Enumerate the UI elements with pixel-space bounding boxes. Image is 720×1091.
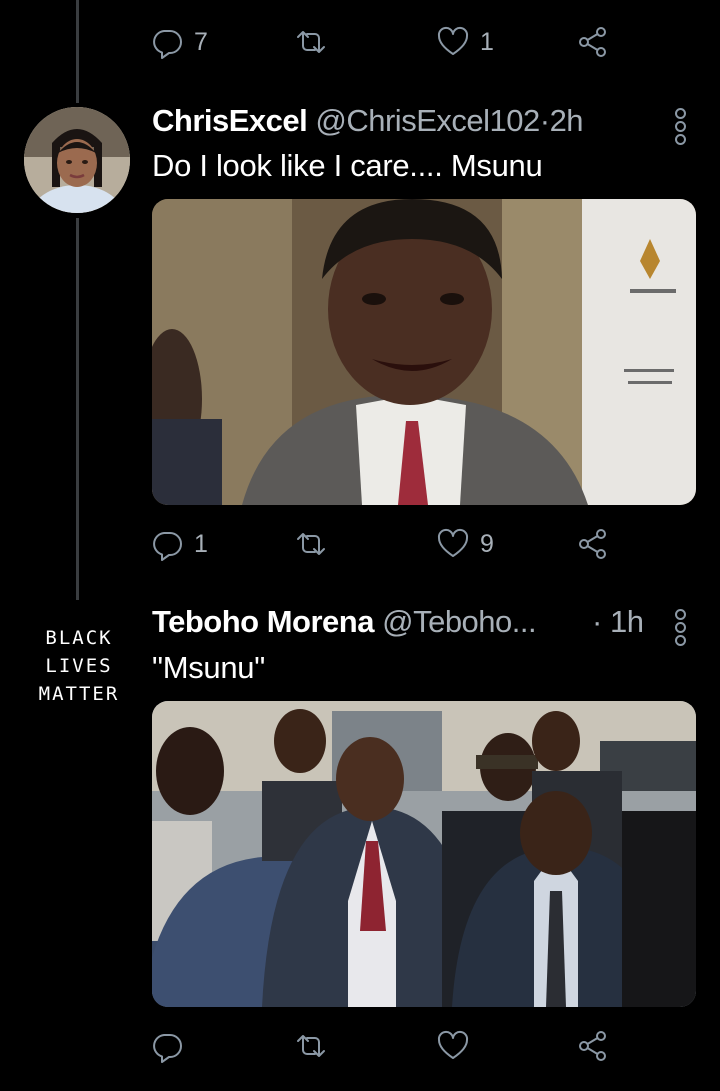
timestamp[interactable]: 2h <box>550 103 584 138</box>
retweet-button[interactable] <box>294 524 338 564</box>
display-name[interactable]: ChrisExcel <box>152 103 308 138</box>
reply-icon <box>153 532 182 561</box>
user-handle[interactable]: @Teboho... <box>382 604 537 639</box>
heart-icon <box>437 528 469 557</box>
prev-tweet-actions: 7 1 <box>150 22 620 62</box>
more-options-button[interactable] <box>672 608 688 648</box>
tweet1-actions: 1 9 <box>150 524 620 564</box>
like-button[interactable]: 9 <box>436 524 494 564</box>
like-count: 9 <box>480 529 494 558</box>
share-button[interactable] <box>576 524 610 564</box>
tweet2-text: "Msunu" <box>152 650 265 685</box>
more-dot-icon <box>674 609 686 620</box>
retweet-button[interactable] <box>294 1026 338 1066</box>
display-name[interactable]: Teboho Morena <box>152 604 374 639</box>
separator-dot: · <box>539 103 550 138</box>
reply-button[interactable] <box>150 1026 194 1066</box>
more-dot-icon <box>674 635 686 646</box>
tweet2-media-image[interactable] <box>152 701 696 1007</box>
more-options-button[interactable] <box>672 107 688 147</box>
reply-button[interactable]: 7 <box>150 22 208 62</box>
avatar-chrisexcel[interactable] <box>24 107 130 213</box>
photo-group-of-men <box>152 701 696 1007</box>
more-dot-icon <box>674 108 686 119</box>
reply-count: 1 <box>194 529 208 558</box>
separator-dot: · <box>592 604 602 639</box>
reply-count: 7 <box>194 27 208 56</box>
tweet2-header: Teboho Morena @Teboho... <box>152 604 537 644</box>
more-dot-icon <box>674 121 686 132</box>
photo-man-in-suit <box>152 199 696 505</box>
retweet-button[interactable] <box>294 22 338 62</box>
share-button[interactable] <box>576 22 610 62</box>
avatar-text-line: BLACK <box>45 627 113 649</box>
profile-photo <box>24 107 130 213</box>
timestamp[interactable]: 1h <box>610 604 644 639</box>
heart-icon <box>437 26 469 55</box>
tweet2-time: · 1h <box>592 604 644 644</box>
retweet-icon <box>297 31 325 53</box>
like-button[interactable]: 1 <box>436 22 494 62</box>
reply-icon <box>153 30 182 59</box>
tweet1-media-image[interactable] <box>152 199 696 505</box>
reply-icon <box>153 1034 182 1063</box>
reply-button[interactable]: 1 <box>150 524 208 564</box>
user-handle[interactable]: @ChrisExcel102 <box>315 103 540 138</box>
share-button[interactable] <box>576 1026 610 1066</box>
avatar-text-line: LIVES <box>45 655 113 677</box>
more-dot-icon <box>674 134 686 145</box>
more-dot-icon <box>674 622 686 633</box>
retweet-icon <box>297 1035 325 1057</box>
thread-line-middle <box>76 218 79 600</box>
like-button[interactable] <box>436 1026 480 1066</box>
avatar-text-line: MATTER <box>38 683 120 705</box>
avatar-black-lives-matter[interactable]: BLACK LIVES MATTER <box>26 624 132 708</box>
share-icon <box>579 1031 606 1061</box>
heart-icon <box>437 1030 469 1059</box>
thread-line-top <box>76 0 79 103</box>
tweet2-actions <box>150 1026 620 1066</box>
share-icon <box>579 27 606 57</box>
retweet-icon <box>297 533 325 555</box>
share-icon <box>579 529 606 559</box>
tweet1-text: Do I look like I care.... Msunu <box>152 148 543 183</box>
tweet1-header: ChrisExcel @ChrisExcel102·2h <box>152 103 584 143</box>
like-count: 1 <box>480 27 494 56</box>
